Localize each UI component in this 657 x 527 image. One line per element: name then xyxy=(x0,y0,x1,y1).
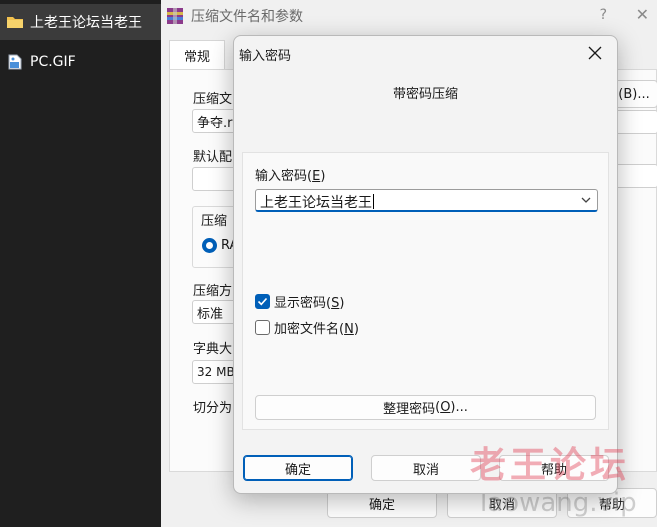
password-dialog-title: 输入密码 xyxy=(239,49,292,64)
password-input[interactable]: 上老王论坛当老王 xyxy=(255,189,598,212)
password-value: 上老王论坛当老王 xyxy=(260,195,372,211)
chevron-down-icon[interactable] xyxy=(579,193,593,207)
checkmark-icon xyxy=(257,297,268,306)
show-password-checkbox[interactable] xyxy=(255,294,270,309)
password-dialog-heading: 带密码压缩 xyxy=(392,87,458,102)
text-caret xyxy=(373,194,374,209)
password-label: 输入密码(E) xyxy=(255,169,326,184)
password-dialog-close-button[interactable] xyxy=(581,40,609,66)
file-explorer-pane: 上老王论坛当老王 PC.GIF xyxy=(0,0,162,527)
password-dialog: 输入密码 带密码压缩 输入密码(E) 上老王论坛当老王 显示密码(S) 加密文件… xyxy=(233,35,618,494)
encrypt-filenames-checkbox-row[interactable]: 加密文件名(N) xyxy=(255,318,359,337)
archive-options-titlebar: 压缩文件名和参数 ? ✕ xyxy=(161,0,657,32)
close-icon[interactable]: ✕ xyxy=(636,5,649,24)
method-label: 压缩方 xyxy=(193,284,233,299)
explorer-item-label: 上老王论坛当老王 xyxy=(30,15,142,31)
tab-general[interactable]: 常规 xyxy=(169,40,225,70)
archive-name-label: 压缩文 xyxy=(193,92,233,107)
encrypt-filenames-label: 加密文件名(N) xyxy=(274,322,359,337)
winrar-icon xyxy=(167,8,183,24)
format-group-label: 压缩 xyxy=(201,214,228,229)
split-volumes-label: 切分为 xyxy=(193,401,233,416)
folder-icon xyxy=(7,17,23,28)
dict-size-label: 字典大 xyxy=(193,342,233,357)
explorer-item-folder[interactable]: 上老王论坛当老王 xyxy=(0,4,162,40)
archive-options-title: 压缩文件名和参数 xyxy=(191,9,303,25)
gif-file-icon xyxy=(8,54,22,70)
watermark-text: 老王论坛 xyxy=(470,445,631,486)
password-cancel-button[interactable]: 取消 xyxy=(371,455,481,481)
explorer-item-label: PC.GIF xyxy=(30,54,76,70)
default-profile-label: 默认配 xyxy=(193,150,233,165)
close-icon xyxy=(588,46,602,60)
organize-passwords-button[interactable]: 整理密码(O)... xyxy=(255,395,596,420)
help-icon[interactable]: ? xyxy=(600,7,607,23)
password-ok-button[interactable]: 确定 xyxy=(243,455,353,481)
rar-radio[interactable] xyxy=(202,238,217,253)
show-password-label: 显示密码(S) xyxy=(274,296,345,311)
encrypt-filenames-checkbox[interactable] xyxy=(255,320,270,335)
explorer-item-file[interactable]: PC.GIF xyxy=(0,44,162,80)
show-password-checkbox-row[interactable]: 显示密码(S) xyxy=(255,292,344,311)
